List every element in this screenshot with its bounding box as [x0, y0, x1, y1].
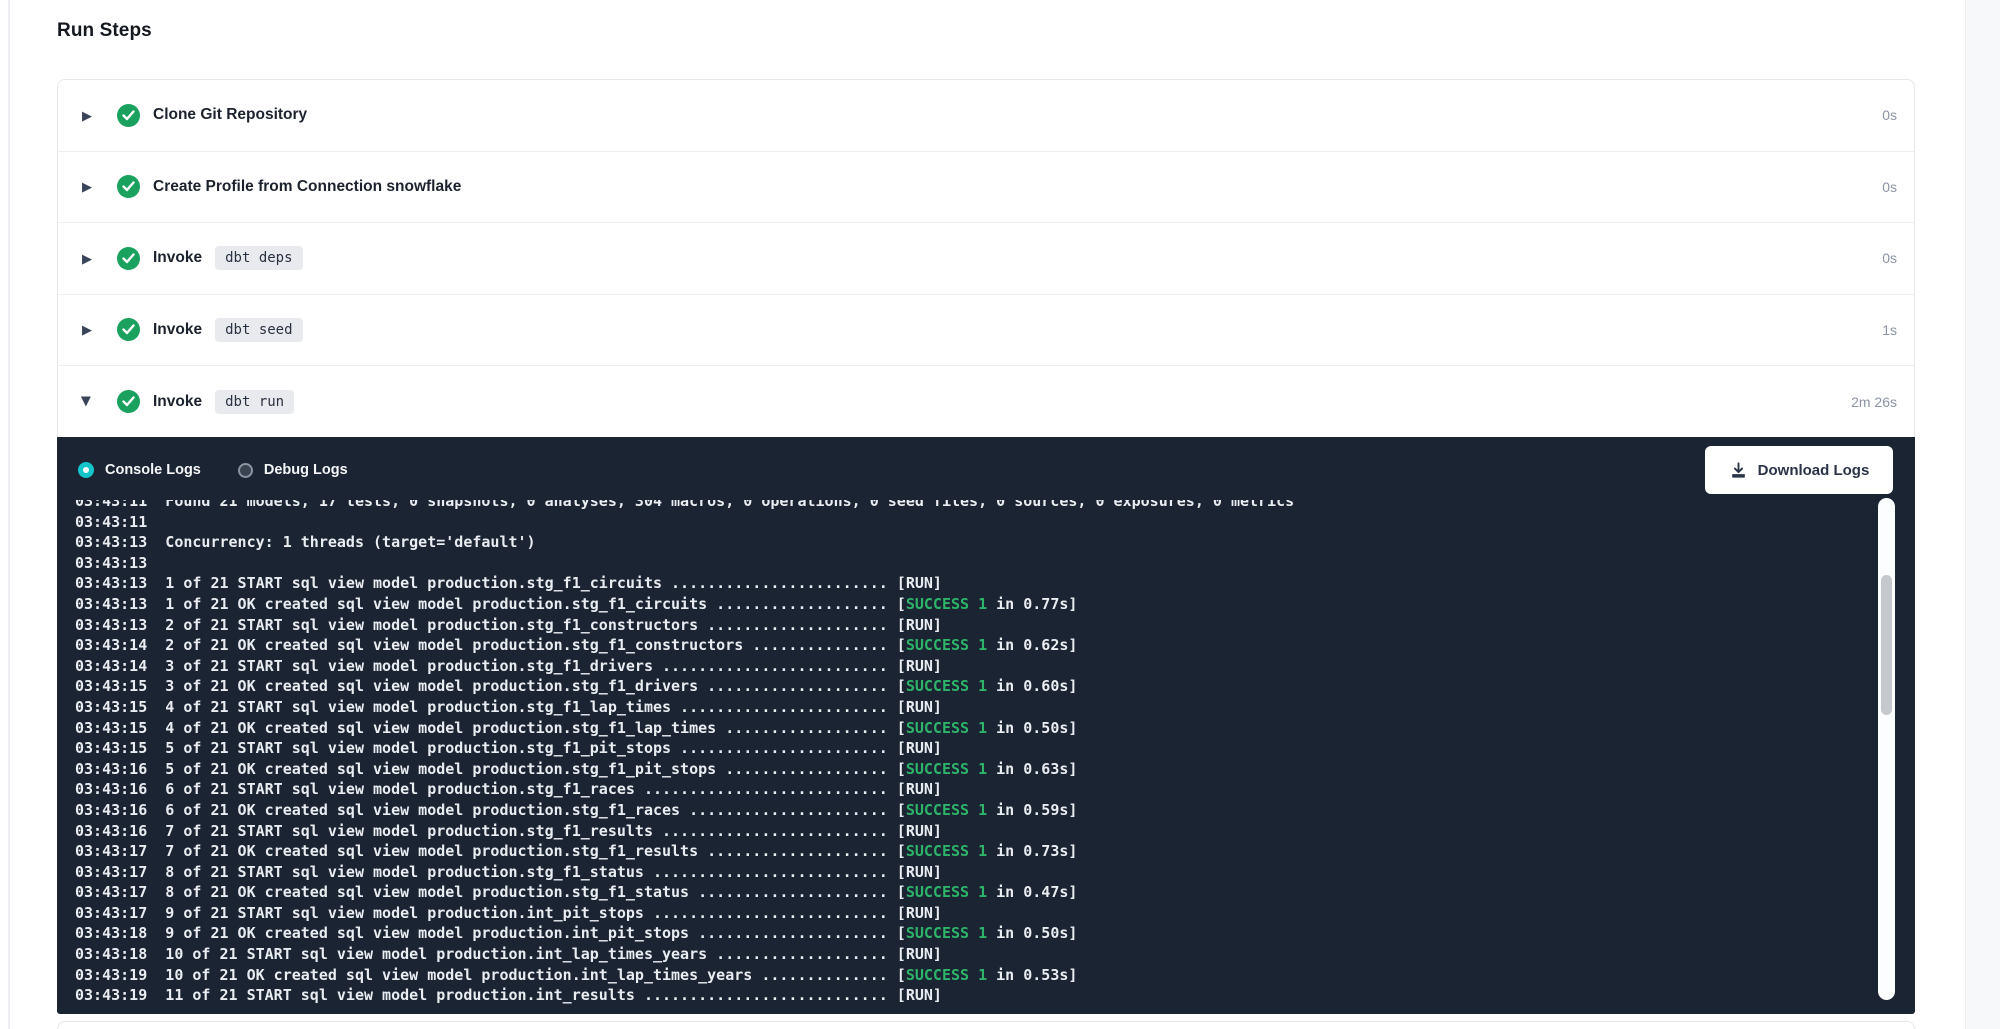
log-success-status: SUCCESS 1 — [906, 883, 987, 901]
log-line: 03:43:18 10 of 21 START sql view model p… — [75, 944, 1870, 965]
log-success-status: SUCCESS 1 — [906, 636, 987, 654]
step-success-check-icon — [117, 104, 140, 127]
step-command-chip: dbt seed — [215, 318, 302, 342]
log-line: 03:43:15 4 of 21 OK created sql view mod… — [75, 718, 1870, 739]
log-success-status: SUCCESS 1 — [906, 924, 987, 942]
log-line: 03:43:16 6 of 21 START sql view model pr… — [75, 779, 1870, 800]
step-row[interactable]: ▶ Invoke dbt seed 1s — [58, 295, 1914, 367]
log-line: 03:43:13 1 of 21 START sql view model pr… — [75, 573, 1870, 594]
debug-logs-radio[interactable]: Debug Logs — [238, 462, 348, 478]
step-row[interactable]: ▶ Create Profile from Connection snowfla… — [58, 152, 1914, 224]
step-success-check-icon — [117, 247, 140, 270]
log-line: 03:43:13 Concurrency: 1 threads (target=… — [75, 532, 1870, 553]
log-line: 03:43:16 6 of 21 OK created sql view mod… — [75, 800, 1870, 821]
log-line: 03:43:14 2 of 21 OK created sql view mod… — [75, 635, 1870, 656]
download-icon — [1729, 461, 1748, 480]
step-command-chip: dbt deps — [215, 246, 302, 270]
log-line: 03:43:16 5 of 21 OK created sql view mod… — [75, 759, 1870, 780]
log-line: 03:43:17 8 of 21 START sql view model pr… — [75, 862, 1870, 883]
log-success-status: SUCCESS 1 — [906, 719, 987, 737]
step-duration: 0s — [1882, 179, 1897, 195]
log-line: 03:43:13 1 of 21 OK created sql view mod… — [75, 594, 1870, 615]
log-line: 03:43:18 9 of 21 OK created sql view mod… — [75, 923, 1870, 944]
expand-chevron-icon[interactable]: ▶ — [82, 323, 104, 336]
step-label: Clone Git Repository — [153, 106, 307, 124]
log-success-status: SUCCESS 1 — [906, 595, 987, 613]
log-line: 03:43:11 Found 21 models, 17 tests, 0 sn… — [75, 500, 1870, 512]
step-row[interactable]: ▶ Clone Git Repository 0s — [58, 80, 1914, 152]
next-card-top-edge — [57, 1021, 1915, 1029]
step-label: Create Profile from Connection snowflake — [153, 178, 461, 196]
log-line: 03:43:19 11 of 21 START sql view model p… — [75, 985, 1870, 1006]
step-row[interactable]: ▶ Invoke dbt run 2m 26s — [58, 366, 1914, 438]
debug-logs-radio-dot[interactable] — [238, 463, 253, 478]
log-success-status: SUCCESS 1 — [906, 966, 987, 984]
page-title: Run Steps — [57, 20, 152, 42]
log-line: 03:43:17 8 of 21 OK created sql view mod… — [75, 882, 1870, 903]
log-success-status: SUCCESS 1 — [906, 801, 987, 819]
log-line: 03:43:13 2 of 21 START sql view model pr… — [75, 615, 1870, 636]
log-line: 03:43:16 7 of 21 START sql view model pr… — [75, 821, 1870, 842]
expand-chevron-icon[interactable]: ▶ — [82, 395, 104, 408]
expand-chevron-icon[interactable]: ▶ — [82, 180, 104, 193]
log-line: 03:43:19 10 of 21 OK created sql view mo… — [75, 965, 1870, 986]
log-line: 03:43:14 3 of 21 START sql view model pr… — [75, 656, 1870, 677]
log-line: 03:43:17 7 of 21 OK created sql view mod… — [75, 841, 1870, 862]
log-viewport[interactable]: 03:43:11 Found 21 models, 17 tests, 0 sn… — [75, 500, 1870, 1006]
step-duration: 2m 26s — [1851, 394, 1897, 410]
log-line: 03:43:15 3 of 21 OK created sql view mod… — [75, 676, 1870, 697]
step-command-chip: dbt run — [215, 390, 294, 414]
run-steps-list: ▶ Clone Git Repository 0s ▶ Create Profi… — [57, 79, 1915, 438]
step-label: Invoke — [153, 249, 202, 267]
step-label: Invoke — [153, 321, 202, 339]
log-scrollbar-thumb[interactable] — [1881, 575, 1892, 715]
step-success-check-icon — [117, 175, 140, 198]
right-gutter — [1965, 0, 2000, 1029]
expand-chevron-icon[interactable]: ▶ — [82, 109, 104, 122]
log-line: 03:43:17 9 of 21 START sql view model pr… — [75, 903, 1870, 924]
console-logs-radio-label: Console Logs — [105, 462, 201, 478]
step-row[interactable]: ▶ Invoke dbt deps 0s — [58, 223, 1914, 295]
download-logs-button[interactable]: Download Logs — [1705, 446, 1893, 494]
expand-chevron-icon[interactable]: ▶ — [82, 252, 104, 265]
log-success-status: SUCCESS 1 — [906, 760, 987, 778]
step-duration: 0s — [1882, 250, 1897, 266]
console-logs-radio[interactable]: Console Logs — [78, 462, 201, 478]
step-success-check-icon — [117, 390, 140, 413]
log-line: 03:43:11 — [75, 512, 1870, 533]
content-left-divider — [8, 0, 10, 1029]
step-duration: 0s — [1882, 107, 1897, 123]
log-success-status: SUCCESS 1 — [906, 842, 987, 860]
debug-logs-radio-label: Debug Logs — [264, 462, 348, 478]
step-duration: 1s — [1882, 322, 1897, 338]
log-line: 03:43:15 5 of 21 START sql view model pr… — [75, 738, 1870, 759]
log-success-status: SUCCESS 1 — [906, 677, 987, 695]
log-line: 03:43:13 — [75, 553, 1870, 574]
log-lines: 03:43:11 Found 21 models, 17 tests, 0 sn… — [75, 500, 1870, 1006]
console-log-panel: Console Logs Debug Logs Download Logs 03… — [57, 437, 1915, 1014]
log-line: 03:43:15 4 of 21 START sql view model pr… — [75, 697, 1870, 718]
log-scrollbar-track[interactable] — [1878, 498, 1895, 1000]
step-success-check-icon — [117, 318, 140, 341]
step-label: Invoke — [153, 393, 202, 411]
console-logs-radio-dot[interactable] — [78, 462, 94, 478]
download-logs-button-label: Download Logs — [1758, 462, 1870, 479]
console-header: Console Logs Debug Logs Download Logs — [57, 437, 1915, 503]
